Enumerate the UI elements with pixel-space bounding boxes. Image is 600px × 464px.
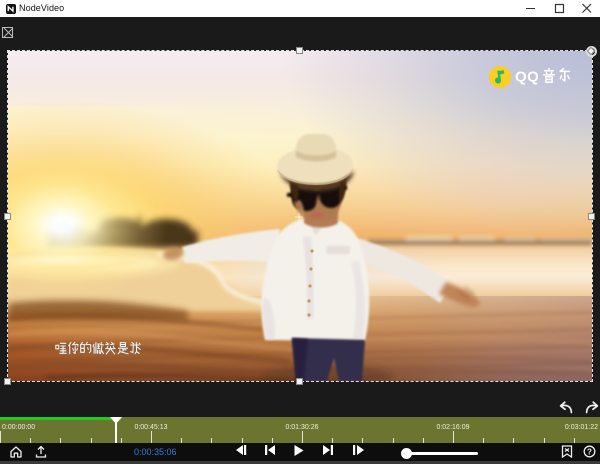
svg-text:QQ: QQ bbox=[515, 69, 539, 86]
svg-text:?: ? bbox=[587, 447, 592, 456]
